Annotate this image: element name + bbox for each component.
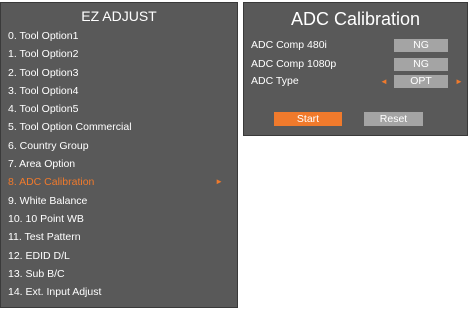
menu-item-label: 12. EDID D/L xyxy=(8,249,70,262)
menu-item-label: 10. 10 Point WB xyxy=(8,212,84,225)
menu-item-adc-calibration[interactable]: 8. ADC Calibration ► xyxy=(1,173,237,191)
menu-item-white-balance[interactable]: 9. White Balance xyxy=(1,192,237,210)
adc-calibration-panel: ADC Calibration ADC Comp 480i NG ADC Com… xyxy=(243,2,468,136)
menu-item-label: 7. Area Option xyxy=(8,158,76,171)
menu-item-sub-bc[interactable]: 13. Sub B/C xyxy=(1,265,237,283)
menu-item-label: 2. Tool Option3 xyxy=(8,66,79,79)
menu-item-tool-option2[interactable]: 1. Tool Option2 xyxy=(1,45,237,63)
menu-item-label: 3. Tool Option4 xyxy=(8,84,79,97)
menu-item-ext-input-adjust[interactable]: 14. Ext. Input Adjust xyxy=(1,283,237,301)
adc-title: ADC Calibration xyxy=(290,9,421,29)
adc-comp-1080p-label: ADC Comp 1080p xyxy=(251,58,337,70)
arrow-left-icon[interactable]: ◄ xyxy=(380,75,388,88)
ez-adjust-menu: EZ ADJUST 0. Tool Option1 1. Tool Option… xyxy=(0,2,238,308)
menu-item-label: 8. ADC Calibration xyxy=(8,176,95,189)
menu-item-label: 14. Ext. Input Adjust xyxy=(8,286,102,299)
reset-button[interactable]: Reset xyxy=(364,112,423,126)
menu-list: 0. Tool Option1 1. Tool Option2 2. Tool … xyxy=(1,27,237,301)
menu-item-test-pattern[interactable]: 11. Test Pattern xyxy=(1,228,237,246)
menu-item-label: 9. White Balance xyxy=(8,194,88,207)
menu-item-label: 6. Country Group xyxy=(8,139,89,152)
menu-item-area-option[interactable]: 7. Area Option xyxy=(1,155,237,173)
adc-comp-1080p-value: NG xyxy=(394,58,448,71)
menu-item-label: 5. Tool Option Commercial xyxy=(8,121,132,134)
adc-comp-480i-label: ADC Comp 480i xyxy=(251,39,327,51)
menu-item-label: 1. Tool Option2 xyxy=(8,48,79,61)
start-button[interactable]: Start xyxy=(274,112,342,126)
menu-item-label: 11. Test Pattern xyxy=(8,231,81,244)
menu-item-label: 4. Tool Option5 xyxy=(8,103,79,116)
menu-item-label: 13. Sub B/C xyxy=(8,267,65,280)
menu-item-tool-option3[interactable]: 2. Tool Option3 xyxy=(1,64,237,82)
adc-comp-480i-value: NG xyxy=(394,39,448,52)
chevron-right-icon: ► xyxy=(215,177,223,187)
menu-item-tool-option5[interactable]: 4. Tool Option5 xyxy=(1,100,237,118)
adc-type-label: ADC Type xyxy=(251,75,299,87)
arrow-right-icon[interactable]: ► xyxy=(455,75,463,88)
menu-item-tool-option4[interactable]: 3. Tool Option4 xyxy=(1,82,237,100)
menu-item-edid-dl[interactable]: 12. EDID D/L xyxy=(1,247,237,265)
menu-item-country-group[interactable]: 6. Country Group xyxy=(1,137,237,155)
adc-type-value[interactable]: OPT xyxy=(394,75,448,88)
menu-title: EZ ADJUST xyxy=(81,8,157,24)
menu-item-tool-option-commercial[interactable]: 5. Tool Option Commercial xyxy=(1,118,237,136)
menu-item-label: 0. Tool Option1 xyxy=(8,30,79,42)
menu-item-10-point-wb[interactable]: 10. 10 Point WB xyxy=(1,210,237,228)
menu-item-tool-option1[interactable]: 0. Tool Option1 xyxy=(1,27,237,45)
